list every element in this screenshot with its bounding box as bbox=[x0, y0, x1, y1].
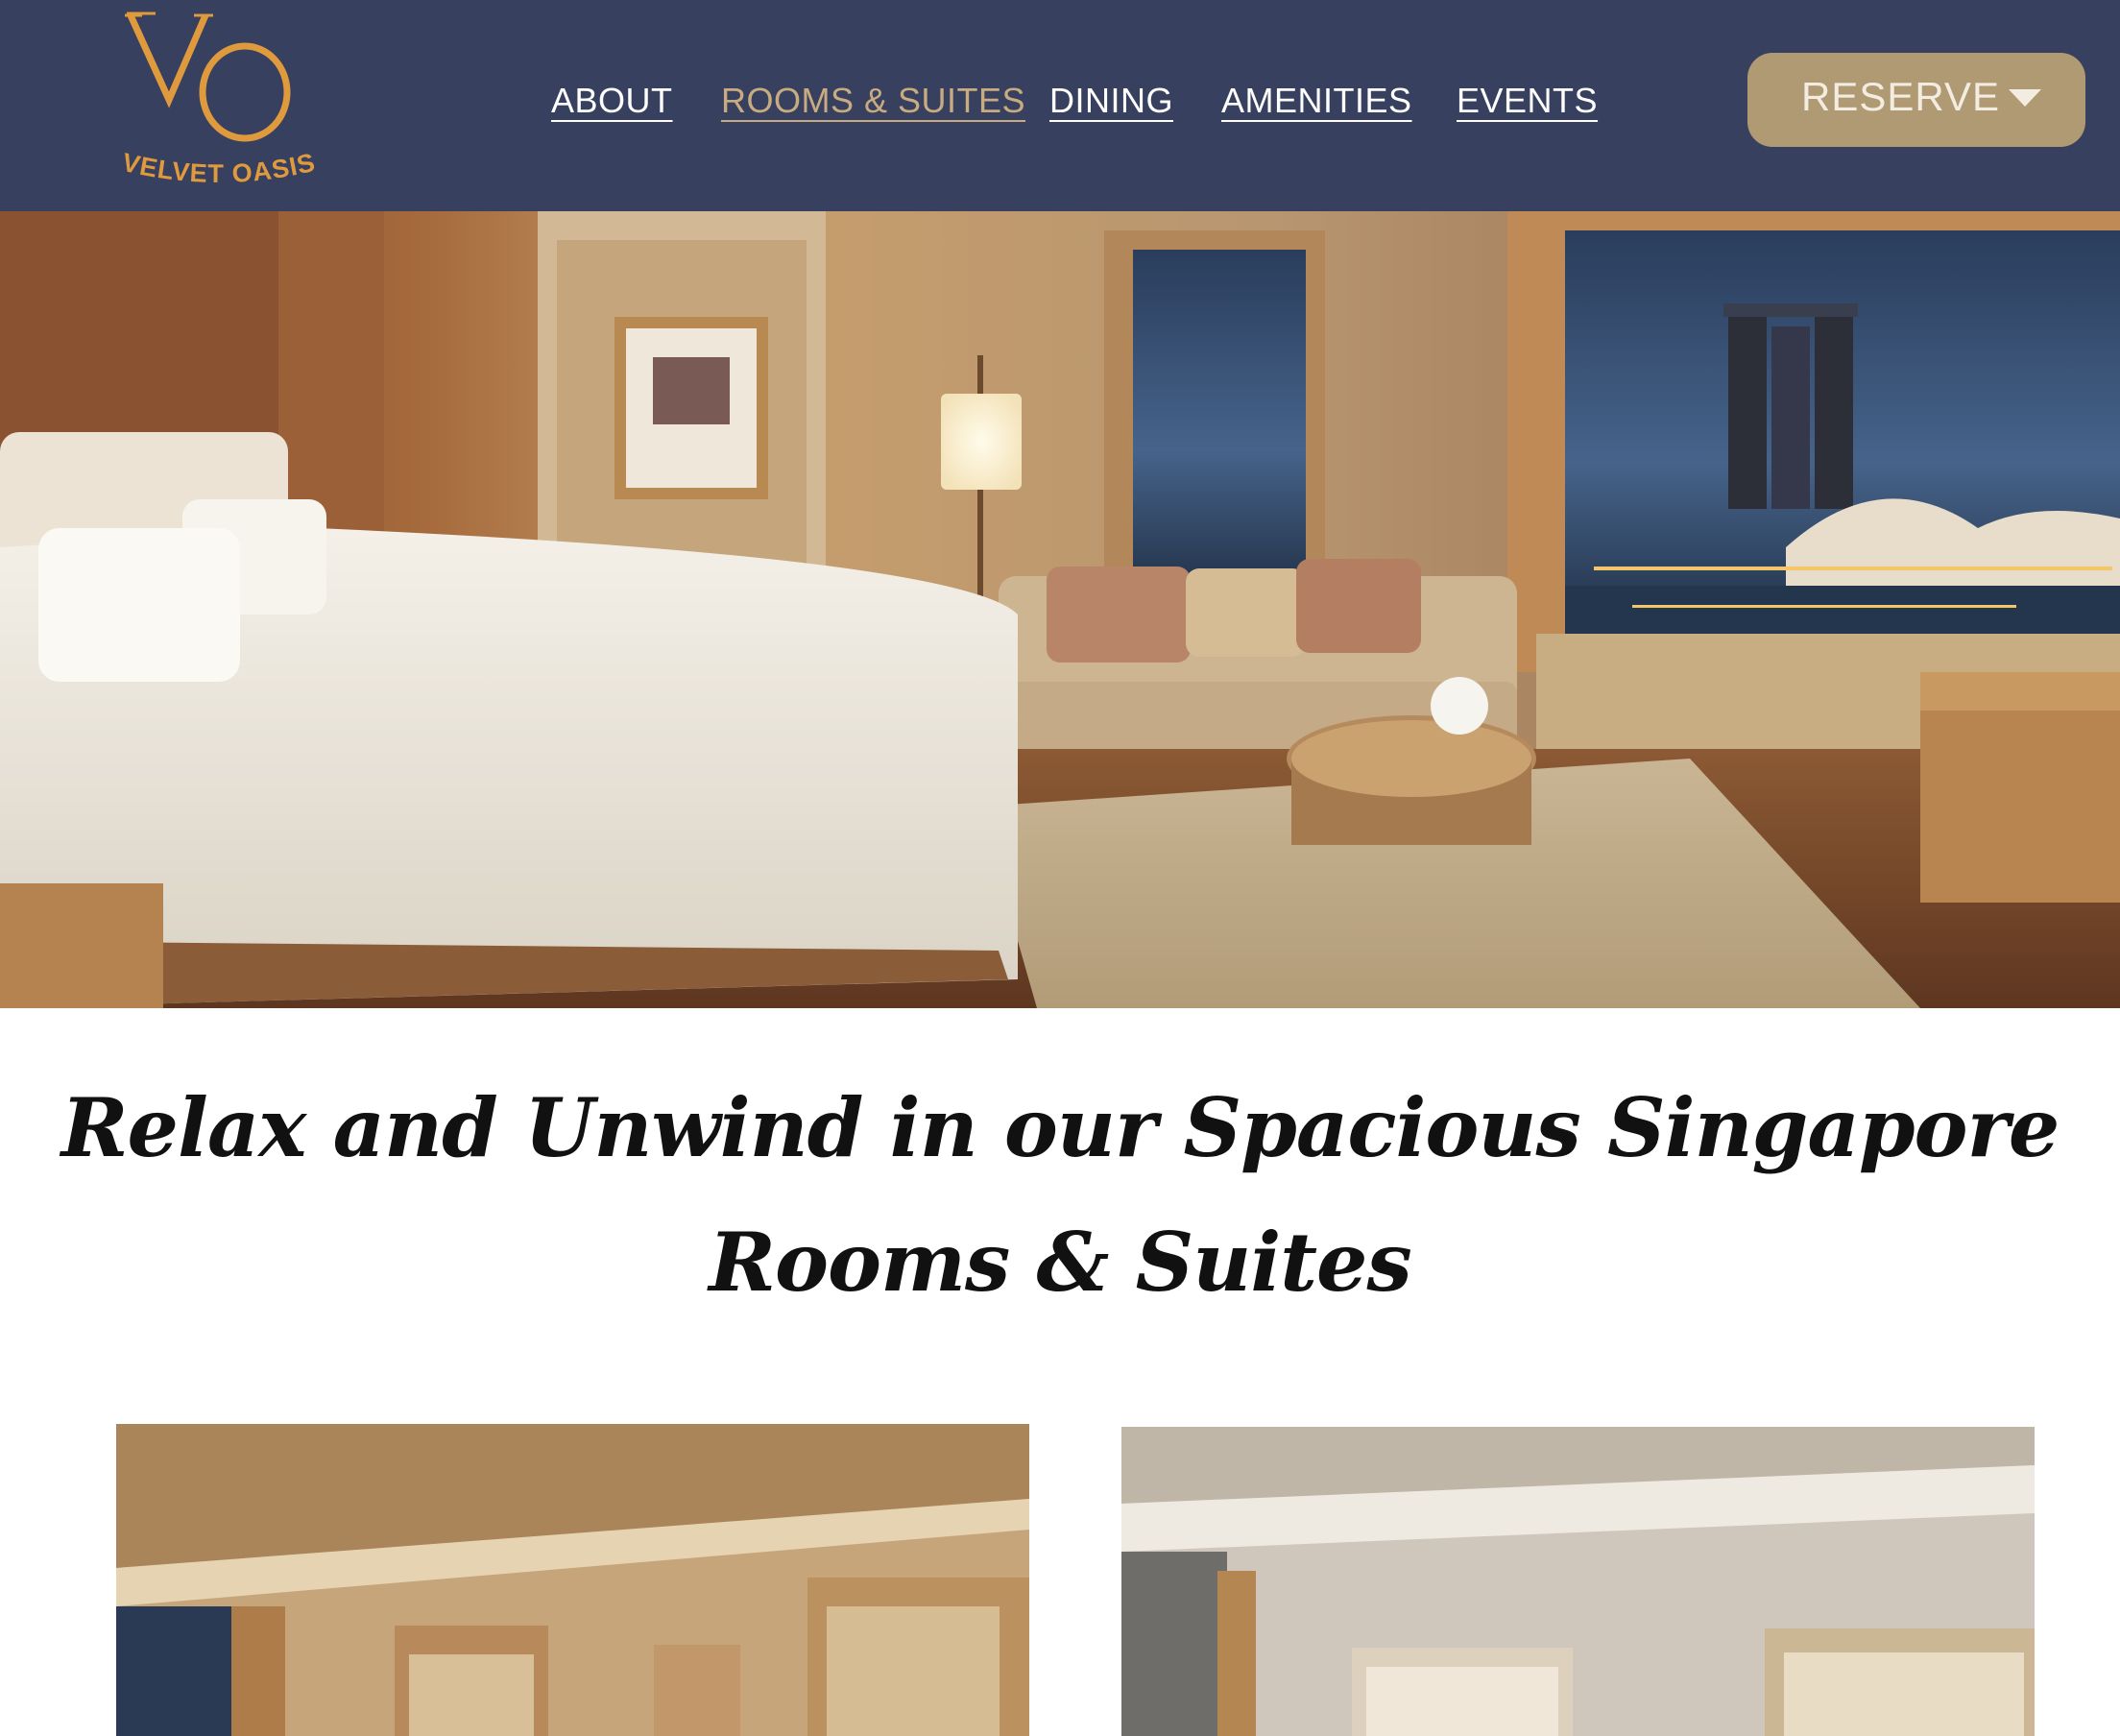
nav-item-rooms-suites[interactable]: ROOMS & SUITES bbox=[721, 81, 1025, 121]
page-title: Relax and Unwind in our Spacious Singapo… bbox=[0, 1061, 2120, 1330]
brand-name: VELVET OASIS bbox=[119, 148, 317, 188]
page-title-line-1: Relax and Unwind in our Spacious Singapo… bbox=[60, 1080, 2060, 1175]
page-title-line-2: Rooms & Suites bbox=[709, 1215, 1412, 1310]
nav-item-events[interactable]: EVENTS bbox=[1457, 81, 1598, 121]
caret-down-icon bbox=[2009, 89, 2041, 107]
room-card[interactable] bbox=[116, 1424, 1029, 1736]
nav-item-amenities[interactable]: AMENITIES bbox=[1221, 81, 1412, 121]
room-photo bbox=[116, 1424, 1029, 1736]
nav-item-about[interactable]: ABOUT bbox=[551, 81, 673, 121]
site-header: VELVET OASIS ABOUT ROOMS & SUITES DINING… bbox=[0, 0, 2120, 211]
room-card[interactable] bbox=[1121, 1427, 2035, 1736]
vo-monogram-icon bbox=[125, 12, 291, 142]
brand-name-wordmark: VELVET OASIS bbox=[119, 148, 318, 188]
hero-image bbox=[0, 211, 2120, 1008]
reserve-label: RESERVE bbox=[1801, 74, 2000, 119]
hotel-room-photo bbox=[0, 211, 2120, 1008]
svg-text:VELVET OASIS: VELVET OASIS bbox=[119, 148, 318, 188]
brand-logo[interactable]: VELVET OASIS bbox=[113, 8, 325, 190]
nav-item-dining[interactable]: DINING bbox=[1049, 81, 1173, 121]
room-photo bbox=[1121, 1427, 2035, 1736]
reserve-button[interactable]: RESERVE bbox=[1747, 53, 2085, 147]
